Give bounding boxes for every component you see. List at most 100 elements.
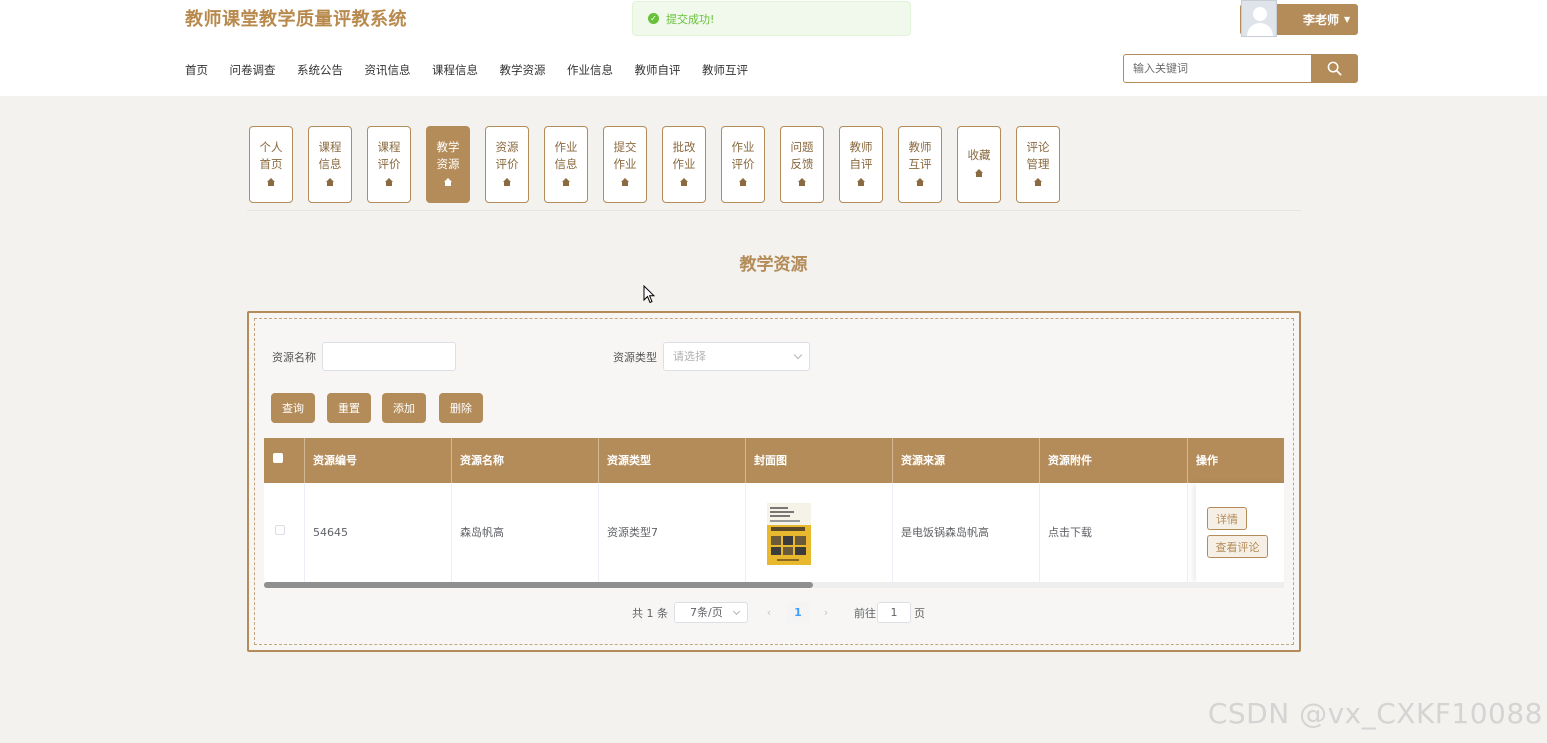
detail-button[interactable]: 详情 (1207, 507, 1247, 530)
caret-down-icon: ▼ (1344, 15, 1351, 24)
home-icon (663, 177, 705, 187)
avatar (1241, 0, 1277, 37)
site-title: 教师课堂教学质量评教系统 (185, 9, 407, 30)
nav-item-course[interactable]: 课程信息 (432, 62, 478, 78)
chevron-down-icon (732, 607, 741, 616)
nav-item-survey[interactable]: 问卷调查 (230, 62, 276, 78)
page-unit-label: 页 (914, 606, 925, 620)
center-menu-item[interactable]: 问题反馈 (780, 126, 824, 203)
center-menu-label: 教学资源 (436, 140, 460, 171)
resource-type-select[interactable]: 请选择 (663, 342, 810, 371)
query-button[interactable]: 查询 (271, 393, 315, 423)
center-menu-item[interactable]: 作业评价 (721, 126, 765, 203)
col-header-id: 资源编号 (305, 438, 452, 483)
col-header-source: 资源来源 (893, 438, 1040, 483)
home-icon (545, 177, 587, 187)
center-menu-item[interactable]: 收藏 (957, 126, 1001, 203)
home-icon (309, 177, 351, 187)
home-icon (368, 177, 410, 187)
cell-actions: 详情 查看评论 (1196, 483, 1284, 582)
cell-source: 是电饭锅森岛帆高 (893, 483, 1040, 582)
center-menu-label: 提交作业 (613, 140, 637, 171)
home-icon (899, 177, 941, 187)
col-header-attachment: 资源附件 (1040, 438, 1188, 483)
center-menu-item[interactable]: 批改作业 (662, 126, 706, 203)
next-page-icon[interactable]: › (815, 602, 837, 623)
home-icon (840, 177, 882, 187)
cell-id: 54645 (305, 483, 452, 582)
cell-type: 资源类型7 (599, 483, 746, 582)
scrollbar-thumb[interactable] (264, 582, 813, 588)
nav-item-news[interactable]: 资讯信息 (365, 62, 411, 78)
prev-page-icon[interactable]: ‹ (758, 602, 780, 623)
center-menu-label: 作业信息 (554, 140, 578, 171)
delete-button[interactable]: 删除 (439, 393, 483, 423)
center-menu-label: 评论管理 (1026, 140, 1050, 171)
main-nav: 首页 问卷调查 系统公告 资讯信息 课程信息 教学资源 作业信息 教师自评 教师… (185, 62, 770, 78)
page-size-select[interactable]: 7条/页 (674, 602, 748, 623)
center-menu-item[interactable]: 教学资源 (426, 126, 470, 203)
divider (247, 210, 1301, 211)
toast-message: 提交成功! (666, 12, 715, 26)
resource-name-label: 资源名称 (272, 351, 316, 364)
cover-image[interactable] (767, 503, 811, 565)
goto-page-input[interactable]: 1 (877, 602, 911, 623)
nav-item-self-eval[interactable]: 教师自评 (635, 62, 681, 78)
table-header: 资源编号 资源名称 资源类型 封面图 资源来源 资源附件 操作 (264, 438, 1284, 483)
col-header-cover: 封面图 (746, 438, 893, 483)
center-menu-item[interactable]: 作业信息 (544, 126, 588, 203)
center-menu-item[interactable]: 课程评价 (367, 126, 411, 203)
nav-item-announcement[interactable]: 系统公告 (297, 62, 343, 78)
col-header-type: 资源类型 (599, 438, 746, 483)
table-scrollbar[interactable] (264, 582, 1284, 588)
goto-label: 前往 (854, 606, 876, 620)
row-checkbox[interactable] (275, 525, 285, 535)
reset-button[interactable]: 重置 (327, 393, 371, 423)
search-icon (1327, 61, 1342, 76)
center-menu-item[interactable]: 教师互评 (898, 126, 942, 203)
center-menu-label: 批改作业 (672, 140, 696, 171)
center-menu-item[interactable]: 资源评价 (485, 126, 529, 203)
center-menu-item[interactable]: 课程信息 (308, 126, 352, 203)
center-menu-item[interactable]: 评论管理 (1016, 126, 1060, 203)
mouse-cursor-icon (643, 285, 655, 304)
resource-type-label: 资源类型 (613, 351, 657, 364)
center-menu-item[interactable]: 个人首页 (249, 126, 293, 203)
success-toast: ✓ 提交成功! (632, 1, 911, 36)
search-input[interactable] (1123, 54, 1313, 83)
center-menu-label: 个人首页 (259, 140, 283, 171)
search-button[interactable] (1311, 54, 1358, 83)
user-menu[interactable]: 李老师 ▼ (1240, 0, 1358, 37)
watermark: CSDN @vx_CXKF10088 (1207, 697, 1543, 730)
nav-item-peer-eval[interactable]: 教师互评 (702, 62, 748, 78)
col-header-name: 资源名称 (452, 438, 599, 483)
pagination-total: 共 1 条 (632, 606, 668, 620)
nav-item-home[interactable]: 首页 (185, 62, 208, 78)
page-title: 教学资源 (739, 255, 808, 275)
center-menu-label: 收藏 (967, 148, 991, 162)
col-header-actions: 操作 (1196, 454, 1218, 467)
resource-type-placeholder: 请选择 (673, 350, 706, 363)
center-menu-item[interactable]: 提交作业 (603, 126, 647, 203)
home-icon (958, 168, 1000, 178)
home-icon (604, 177, 646, 187)
cell-attachment[interactable]: 点击下载 (1040, 483, 1188, 582)
add-button[interactable]: 添加 (382, 393, 426, 423)
user-name: 李老师 (1303, 13, 1340, 27)
home-icon (427, 177, 469, 187)
center-menu-item[interactable]: 教师自评 (839, 126, 883, 203)
check-circle-icon: ✓ (648, 13, 659, 24)
nav-item-resource[interactable]: 教学资源 (500, 62, 546, 78)
current-page[interactable]: 1 (787, 602, 809, 623)
page-size-value: 7条/页 (690, 606, 723, 619)
center-menu-label: 问题反馈 (790, 140, 814, 171)
view-comments-button[interactable]: 查看评论 (1207, 535, 1268, 558)
home-icon (486, 177, 528, 187)
nav-item-homework[interactable]: 作业信息 (567, 62, 613, 78)
resource-name-input[interactable] (322, 342, 456, 371)
center-menu-label: 作业评价 (731, 140, 755, 171)
home-icon (1017, 177, 1059, 187)
home-icon (781, 177, 823, 187)
center-menu-label: 课程评价 (377, 140, 401, 171)
select-all-checkbox[interactable] (273, 453, 283, 463)
